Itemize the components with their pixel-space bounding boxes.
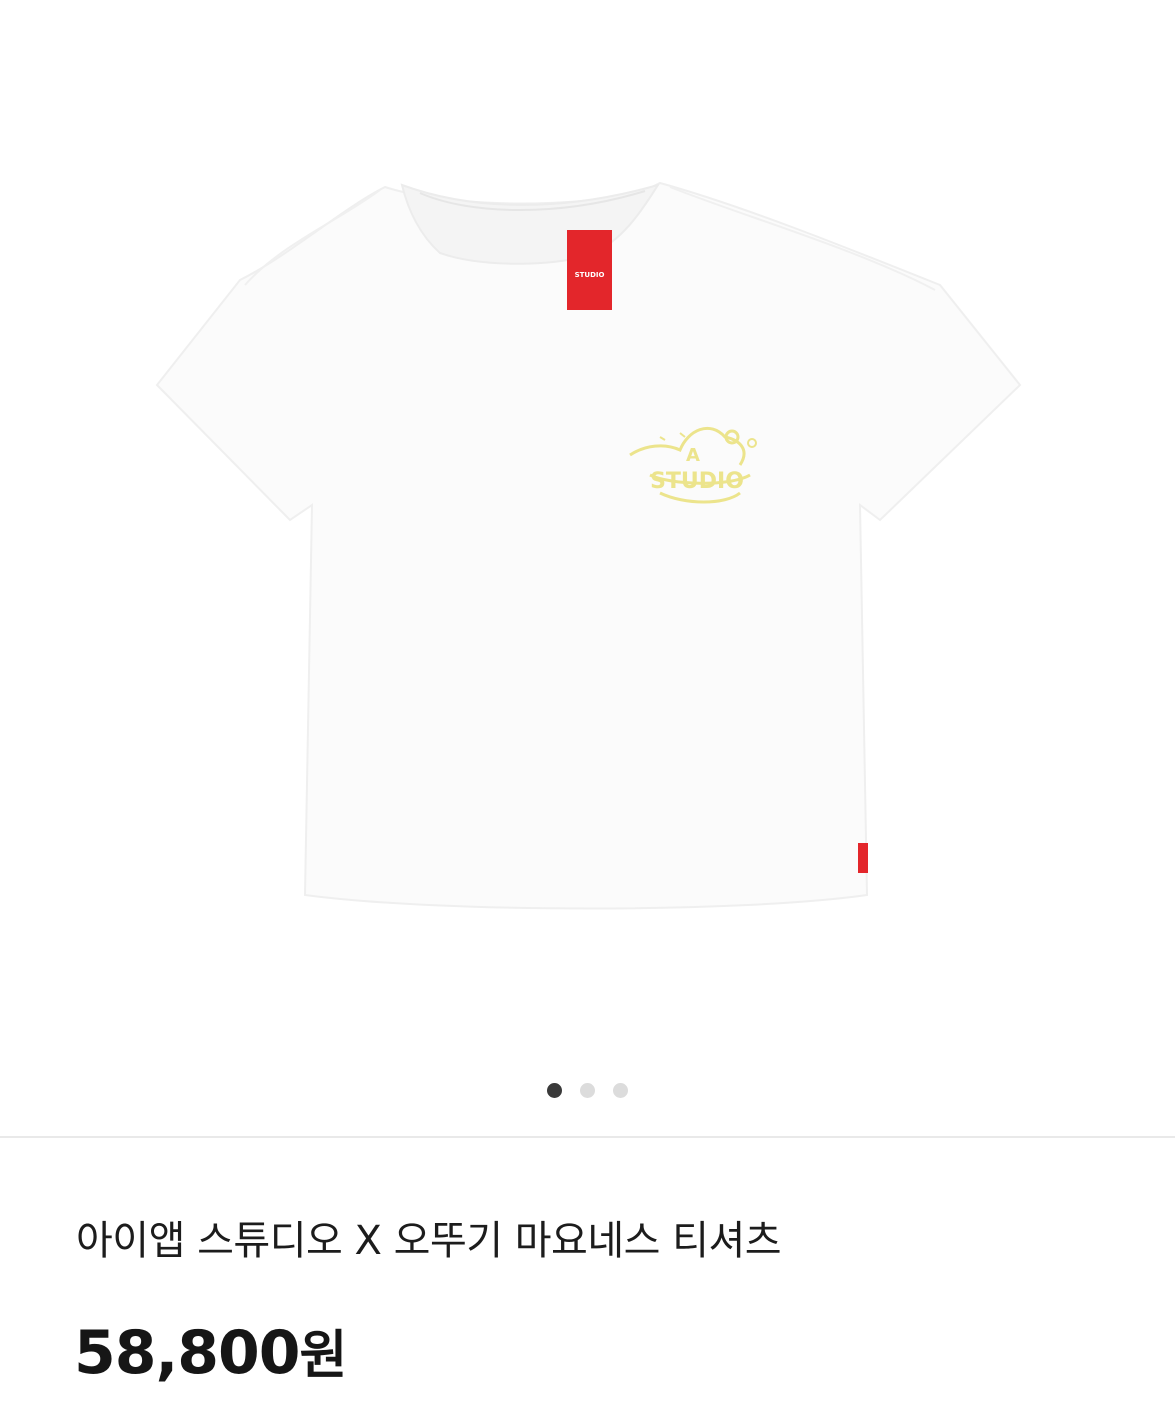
neck-label-text: STUDIO [575,271,605,279]
logo-word: STUDIO [650,469,744,494]
pager-dot-1[interactable] [547,1083,562,1098]
image-pager [0,1083,1175,1098]
hem-side-tag [858,843,868,873]
product-price: 58,800원 [74,1313,348,1388]
product-title: 아이앱 스튜디오 X 오뚜기 마요네스 티셔츠 [76,1218,782,1264]
pager-dot-2[interactable] [580,1083,595,1098]
section-divider [0,1136,1175,1138]
price-unit: 원 [299,1326,348,1386]
neck-label: STUDIO [567,230,612,310]
price-number: 58,800 [74,1318,301,1388]
pager-dot-3[interactable] [613,1083,628,1098]
product-image-tshirt[interactable]: STUDIO A STUDIO [140,175,1040,935]
product-image-gallery[interactable]: STUDIO A STUDIO [0,0,1175,1136]
logo-letter: A [686,445,700,466]
